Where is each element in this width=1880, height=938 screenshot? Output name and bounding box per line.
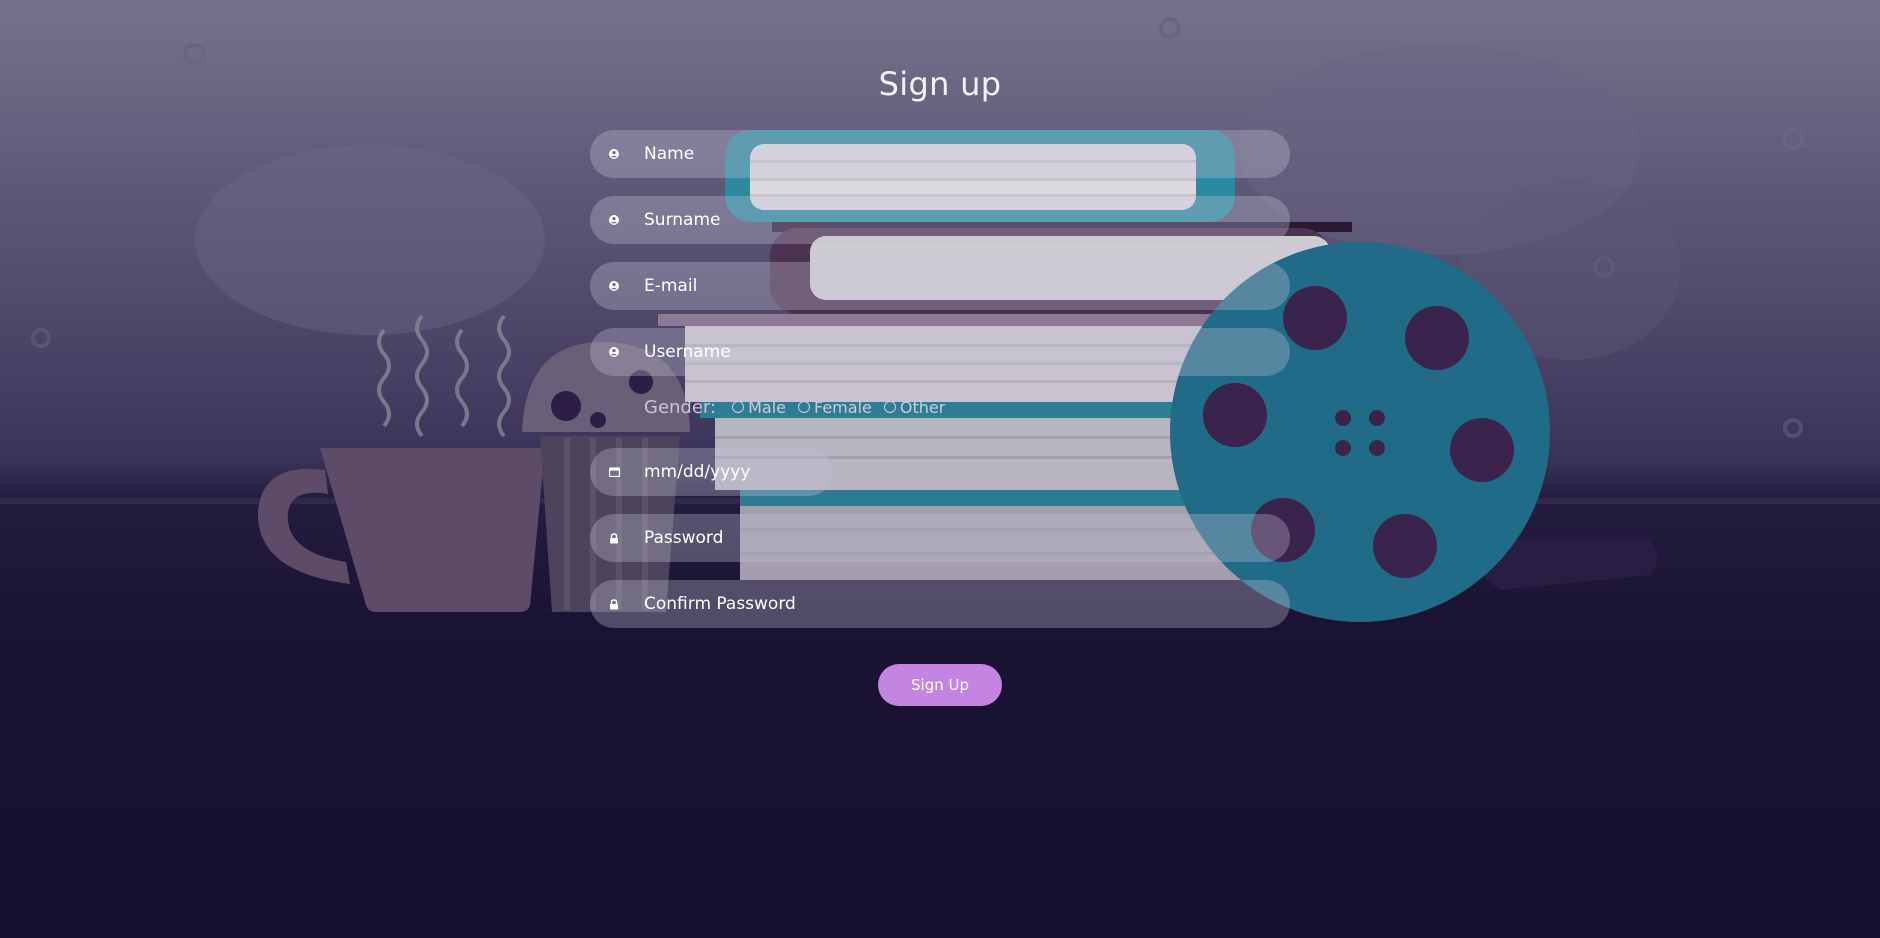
surname-input[interactable]	[644, 196, 1264, 244]
gender-other-radio[interactable]: Other	[883, 397, 946, 417]
birthdate-field[interactable]	[590, 448, 833, 496]
password-field[interactable]	[590, 514, 1290, 562]
surname-field[interactable]	[590, 196, 1290, 244]
username-input[interactable]	[644, 328, 1264, 376]
user-icon	[605, 277, 623, 295]
gender-option-label: Female	[814, 397, 872, 417]
calendar-icon	[605, 463, 623, 481]
gender-group: Gender: Male Female Other	[644, 394, 957, 420]
lock-icon	[605, 595, 623, 613]
username-field[interactable]	[590, 328, 1290, 376]
birthdate-input[interactable]	[644, 448, 824, 496]
user-icon	[605, 211, 623, 229]
radio-circle-icon[interactable]	[798, 401, 810, 413]
password-input[interactable]	[644, 514, 1264, 562]
radio-circle-icon[interactable]	[883, 401, 896, 413]
name-field[interactable]	[590, 130, 1290, 178]
email-field[interactable]	[590, 262, 1290, 310]
gender-option-label: Male	[748, 397, 786, 417]
confirm-password-input[interactable]	[644, 580, 1264, 628]
email-input[interactable]	[644, 262, 1264, 310]
radio-circle-icon[interactable]	[732, 401, 745, 413]
user-icon	[605, 145, 623, 163]
signup-page: Sign up Gender: Male Female	[0, 0, 1880, 938]
confirm-password-field[interactable]	[590, 580, 1290, 628]
page-title: Sign up	[878, 65, 1002, 104]
lock-icon	[605, 529, 623, 547]
gender-female-radio[interactable]: Female	[798, 398, 872, 417]
user-icon	[605, 343, 623, 361]
gender-option-label: Other	[899, 397, 946, 417]
name-input[interactable]	[644, 130, 1264, 178]
signup-button[interactable]: Sign Up	[878, 664, 1002, 706]
gender-male-radio[interactable]: Male	[732, 398, 786, 417]
gender-label: Gender:	[644, 396, 717, 418]
